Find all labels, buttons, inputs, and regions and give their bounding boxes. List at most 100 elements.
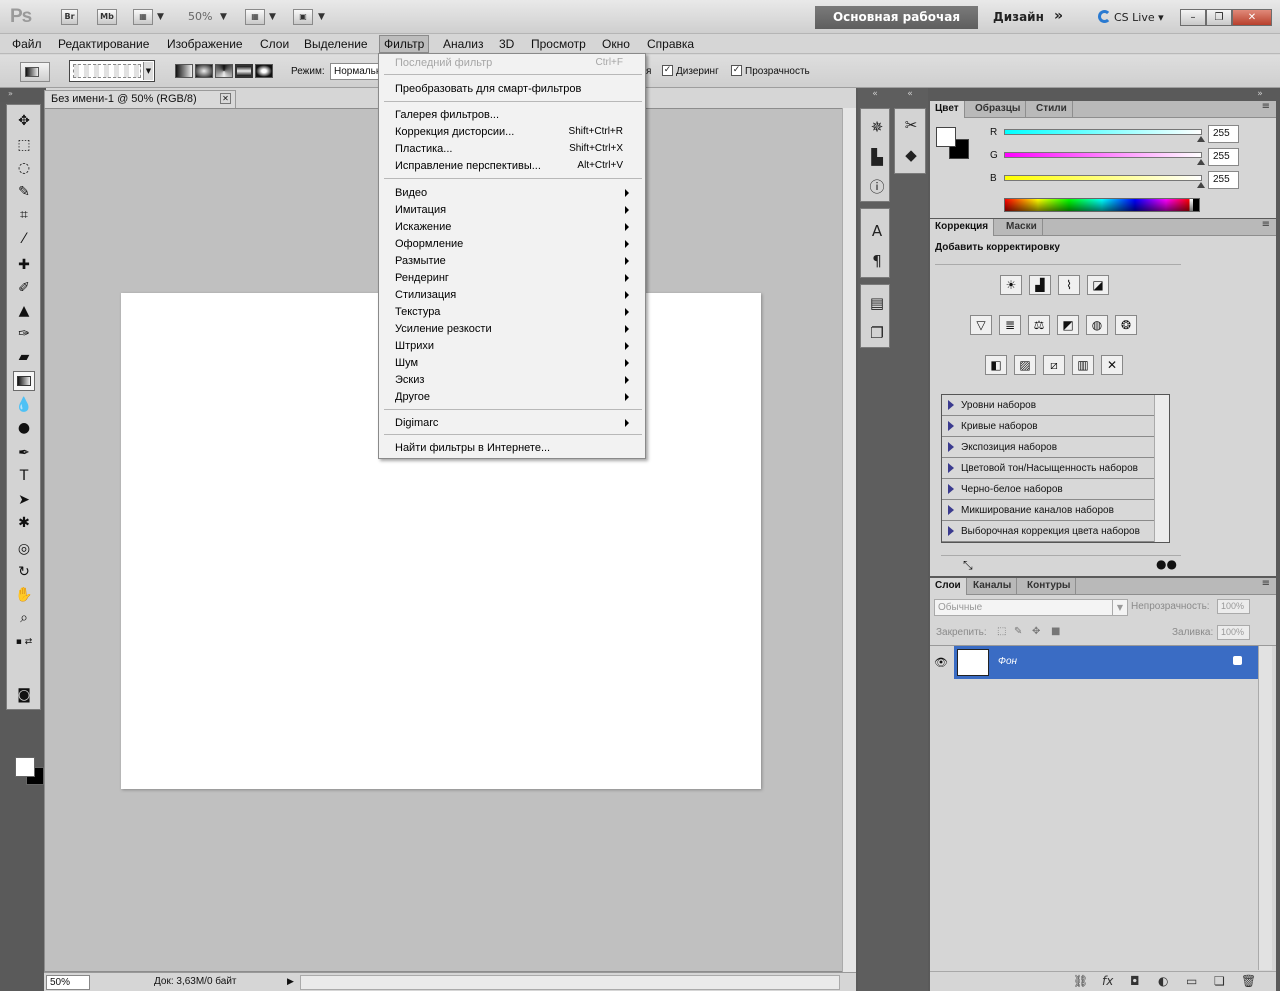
screen-mode-dropdown-icon[interactable]: ▼ [318,12,325,22]
close-window-button[interactable]: ✕ [1232,9,1272,26]
dock2-collapse-icon[interactable]: « [892,88,928,102]
menu-file[interactable]: Файл [12,37,42,51]
crop-tool-icon[interactable]: ⌗ [13,205,35,225]
lasso-tool-icon[interactable]: ◌ [13,158,35,178]
preset-item-black-white[interactable]: Черно-белое наборов [942,479,1155,500]
submenu-sharpen[interactable]: Усиление резкости [395,323,635,335]
workspace-design-button[interactable]: Дизайн [993,10,1044,24]
mode-select[interactable]: Нормальный [330,63,382,80]
transparency-checkbox[interactable]: ✓ [731,65,742,76]
submenu-blur[interactable]: Размытие [395,255,635,267]
adjustment-options-icon[interactable]: ●● [1156,557,1177,571]
brush-tool-icon[interactable]: ✐ [13,278,35,298]
type-tool-icon[interactable]: T [13,466,35,486]
quick-selection-tool-icon[interactable]: ✎ [13,182,35,202]
preset-item-selective-color[interactable]: Выборочная коррекция цвета наборов [942,521,1155,542]
tool-preset-picker[interactable] [20,62,50,82]
gradient-picker[interactable]: ▼ [69,60,155,82]
exposure-icon[interactable]: ◪ [1087,275,1109,295]
menu-view[interactable]: Просмотр [531,37,586,51]
tab-swatches[interactable]: Образцы [970,101,1027,118]
submenu-noise[interactable]: Шум [395,357,635,369]
status-zoom-field[interactable]: 50% [46,975,90,990]
vibrance-icon[interactable]: ▽ [970,315,992,335]
3d-orbit-tool-icon[interactable]: ↻ [13,562,35,582]
menu-3d[interactable]: 3D [499,37,514,51]
selective-color-icon[interactable]: ✕ [1101,355,1123,375]
zoom-dropdown-icon[interactable]: ▼ [220,12,227,22]
layer-style-icon[interactable]: fx [1102,974,1113,988]
submenu-artistic[interactable]: Имитация [395,204,635,216]
diamond-gradient-button[interactable] [255,64,273,78]
preset-item-curves[interactable]: Кривые наборов [942,416,1155,437]
preset-item-hue-saturation[interactable]: Цветовой тон/Насыщенность наборов [942,458,1155,479]
histogram-icon[interactable]: ▙ [867,147,887,167]
tab-styles[interactable]: Стили [1031,101,1073,118]
menu-item-convert-smart[interactable]: Преобразовать для смарт-фильтров [395,83,635,95]
minimize-button[interactable]: – [1180,9,1206,26]
submenu-sketch[interactable]: Эскиз [395,374,635,386]
presets-scrollbar[interactable] [1154,395,1169,542]
new-layer-icon[interactable]: ❏ [1214,974,1225,988]
menu-item-liquify[interactable]: Пластика... Shift+Ctrl+X [395,143,635,155]
tab-channels[interactable]: Каналы [968,578,1018,595]
curves-icon[interactable]: ⌇ [1058,275,1080,295]
color-balance-icon[interactable]: ⚖ [1028,315,1050,335]
r-value-field[interactable]: 255 [1208,125,1239,143]
brightness-contrast-icon[interactable]: ☀ [1000,275,1022,295]
lock-position-icon[interactable]: ✥ [1032,626,1040,637]
navigator-icon[interactable]: ✵ [867,117,887,137]
mini-bridge-button[interactable]: Mb [97,9,117,25]
menu-image[interactable]: Изображение [167,37,243,51]
paragraph-icon[interactable]: ¶ [867,251,887,271]
zoom-level-label[interactable]: 50% [188,10,212,23]
view-extras-button[interactable]: ▦ [133,9,153,25]
menu-edit[interactable]: Редактирование [58,37,149,51]
radial-gradient-button[interactable] [195,64,213,78]
eraser-tool-icon[interactable]: ▰ [13,347,35,367]
tab-layers[interactable]: Слои [930,578,967,595]
menu-item-lens-correction[interactable]: Коррекция дисторсии... Shift+Ctrl+R [395,126,635,138]
horizontal-scrollbar[interactable] [300,975,840,990]
submenu-pixelate[interactable]: Оформление [395,238,635,250]
r-slider[interactable] [1004,129,1202,135]
submenu-brush-strokes[interactable]: Штрихи [395,340,635,352]
reflected-gradient-button[interactable] [235,64,253,78]
g-value-field[interactable]: 255 [1208,148,1239,166]
close-document-icon[interactable]: ✕ [220,93,231,104]
submenu-digimarc[interactable]: Digimarc [395,417,635,429]
screen-mode-button[interactable]: ▣ [293,9,313,25]
posterize-icon[interactable]: ▨ [1014,355,1036,375]
menu-select[interactable]: Выделение [304,37,368,51]
menu-item-vanishing-point[interactable]: Исправление перспективы... Alt+Ctrl+V [395,160,635,172]
layer-group-icon[interactable]: ▭ [1186,974,1197,988]
notes-icon[interactable]: ▤ [867,293,887,313]
layers-panel-menu-icon[interactable]: ≡ [1262,578,1270,589]
dodge-tool-icon[interactable]: ● [13,418,35,438]
clone-stamp-tool-icon[interactable]: ▲ [13,301,35,321]
invert-icon[interactable]: ◧ [985,355,1007,375]
arrange-documents-button[interactable]: ▦ [245,9,265,25]
document-tab[interactable]: Без имени-1 @ 50% (RGB/8) ✕ [44,90,236,108]
history-brush-tool-icon[interactable]: ✑ [13,324,35,344]
tools-collapse-icon[interactable]: » [0,88,46,102]
eyedropper-tool-icon[interactable]: ⁄ [13,229,35,249]
blend-mode-dropdown-icon[interactable]: ▼ [1112,600,1127,615]
marquee-tool-icon[interactable]: ⬚ [13,135,35,155]
g-slider-knob[interactable] [1197,159,1205,165]
clip-to-layer-icon[interactable]: ⤡ [963,558,973,573]
submenu-texture[interactable]: Текстура [395,306,635,318]
foreground-color-swatch[interactable] [15,757,35,777]
adjustment-layer-icon[interactable]: ◐ [1158,974,1168,988]
zoom-tool-icon[interactable]: ⌕ [13,608,35,628]
angle-gradient-button[interactable] [215,64,233,78]
layers-scrollbar[interactable] [1258,646,1272,970]
delete-layer-icon[interactable]: 🗑 [1241,974,1256,988]
fill-field[interactable]: 100% [1217,625,1250,640]
submenu-render[interactable]: Рендеринг [395,272,635,284]
menu-item-browse-filters-online[interactable]: Найти фильтры в Интернете... [395,442,635,454]
tab-color[interactable]: Цвет [930,101,965,118]
status-menu-arrow-icon[interactable]: ▶ [287,976,294,987]
submenu-other[interactable]: Другое [395,391,635,403]
maximize-button[interactable]: ❐ [1206,9,1232,26]
